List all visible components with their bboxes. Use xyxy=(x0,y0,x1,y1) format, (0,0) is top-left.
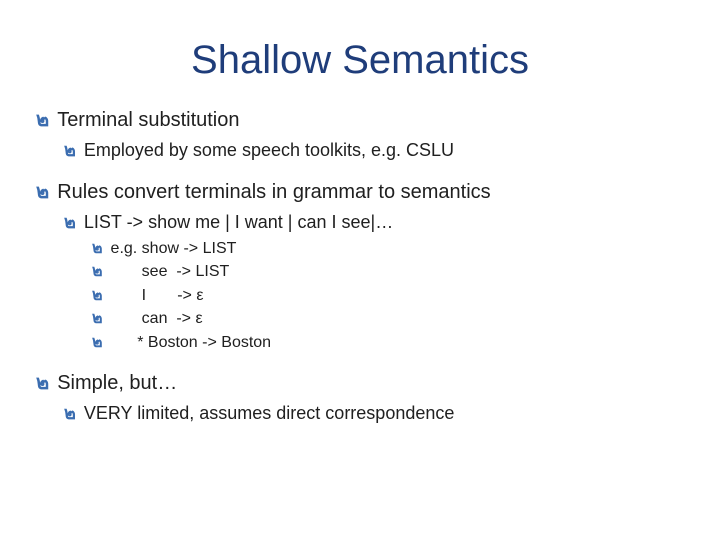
bullet-line-level-1: ๒ Terminal substitution xyxy=(36,107,690,134)
bullet-text: see -> LIST xyxy=(111,261,690,283)
bullet-icon: ๒ xyxy=(64,401,76,425)
bullet-line-level-2: ๒ VERY limited, assumes direct correspond… xyxy=(64,401,690,425)
bullet-line-level-3: ๒ see -> LIST xyxy=(92,261,690,283)
spacer xyxy=(30,356,690,366)
spacer xyxy=(30,165,690,175)
bullet-line-level-2: ๒ Employed by some speech toolkits, e.g. … xyxy=(64,138,690,162)
bullet-line-level-3: ๒ can -> ε xyxy=(92,308,690,330)
bullet-icon: ๒ xyxy=(64,138,76,162)
bullet-icon: ๒ xyxy=(92,308,103,330)
bullet-text: Employed by some speech toolkits, e.g. C… xyxy=(84,138,690,162)
bullet-icon: ๒ xyxy=(92,332,103,354)
bullet-icon: ๒ xyxy=(92,285,103,307)
bullet-icon: ๒ xyxy=(36,179,49,206)
bullet-text: Terminal substitution xyxy=(57,107,690,134)
bullet-icon: ๒ xyxy=(36,370,49,397)
bullet-icon: ๒ xyxy=(92,261,103,283)
bullet-text: * Boston -> Boston xyxy=(111,332,690,354)
bullet-text: Rules convert terminals in grammar to se… xyxy=(57,179,690,206)
bullet-line-level-2: ๒ LIST -> show me | I want | can I see|… xyxy=(64,210,690,234)
bullet-text: I -> ε xyxy=(111,285,690,307)
slide-title: Shallow Semantics xyxy=(30,38,690,83)
bullet-text: e.g. show -> LIST xyxy=(111,238,690,260)
bullet-line-level-3: ๒ * Boston -> Boston xyxy=(92,332,690,354)
bullet-icon: ๒ xyxy=(36,107,49,134)
bullet-text: Simple, but… xyxy=(57,370,690,397)
bullet-text: can -> ε xyxy=(111,308,690,330)
bullet-line-level-1: ๒ Simple, but… xyxy=(36,370,690,397)
bullet-line-level-3: ๒ I -> ε xyxy=(92,285,690,307)
slide: Shallow Semantics ๒ Terminal substitution… xyxy=(0,0,720,540)
slide-body: ๒ Terminal substitution ๒ Employed by some … xyxy=(30,107,690,425)
bullet-text: VERY limited, assumes direct corresponde… xyxy=(84,401,690,425)
bullet-icon: ๒ xyxy=(92,238,103,260)
bullet-icon: ๒ xyxy=(64,210,76,234)
bullet-text: LIST -> show me | I want | can I see|… xyxy=(84,210,690,234)
bullet-line-level-1: ๒ Rules convert terminals in grammar to s… xyxy=(36,179,690,206)
bullet-line-level-3: ๒ e.g. show -> LIST xyxy=(92,238,690,260)
